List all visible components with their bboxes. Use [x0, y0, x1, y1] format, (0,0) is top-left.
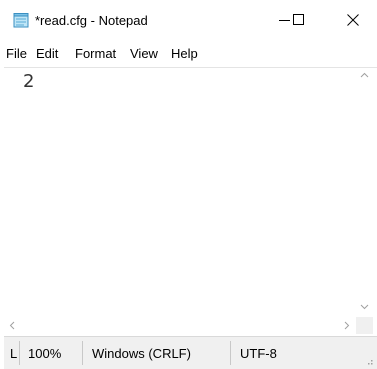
scroll-up-icon[interactable] — [360, 72, 369, 78]
horizontal-scrollbar[interactable] — [4, 317, 356, 334]
resize-grip-icon[interactable] — [365, 357, 373, 365]
vertical-scrollbar[interactable] — [356, 68, 373, 317]
scrollbar-corner — [356, 317, 373, 334]
text-editor[interactable]: 2 — [4, 67, 377, 317]
scroll-down-icon[interactable] — [360, 304, 369, 310]
menu-edit[interactable]: Edit — [36, 46, 58, 61]
menu-bar: File Edit Format View Help — [0, 43, 377, 65]
title-bar[interactable]: *read.cfg - Notepad — [0, 0, 377, 40]
status-divider — [230, 341, 231, 365]
menu-view[interactable]: View — [130, 46, 158, 61]
status-zoom: 100% — [28, 346, 62, 361]
menu-help[interactable]: Help — [171, 46, 198, 61]
status-encoding: UTF-8 — [240, 346, 277, 361]
status-bar: L 100% Windows (CRLF) UTF-8 — [4, 336, 377, 369]
notepad-icon — [13, 13, 29, 28]
status-position: L — [10, 346, 18, 361]
menu-format[interactable]: Format — [75, 46, 116, 61]
menu-file[interactable]: File — [6, 46, 27, 61]
scroll-left-icon[interactable] — [9, 321, 15, 330]
status-divider — [82, 341, 83, 365]
status-divider — [19, 341, 20, 365]
close-button[interactable] — [330, 0, 376, 40]
maximize-icon — [293, 14, 304, 25]
close-icon — [347, 14, 359, 26]
editor-content[interactable]: 2 — [23, 71, 34, 92]
maximize-button[interactable] — [276, 0, 322, 40]
window-title: *read.cfg - Notepad — [35, 13, 148, 28]
status-line-ending: Windows (CRLF) — [92, 346, 191, 361]
scroll-right-icon[interactable] — [344, 321, 350, 330]
